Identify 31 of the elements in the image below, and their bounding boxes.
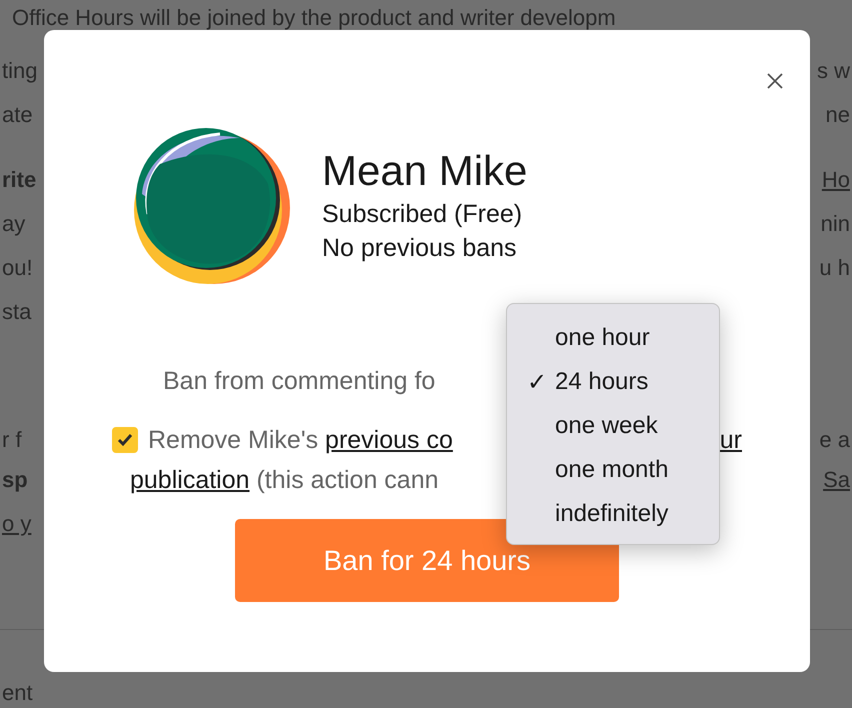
body-text: e a [819, 426, 850, 454]
body-text: ne [826, 101, 850, 129]
subscription-status: Subscribed (Free) [322, 199, 524, 230]
checkbox[interactable] [112, 427, 138, 453]
body-text: u h [819, 254, 850, 282]
menu-item[interactable]: one week [507, 404, 658, 448]
body-text: Office Hours will be joined by the product and writer developm [11, 4, 616, 32]
link-text[interactable]: ur [720, 426, 742, 454]
ban-duration-label: Ban from commenting fo [163, 366, 436, 397]
checkbox-label: Remove Mike's [148, 426, 320, 454]
body-text: ting [2, 57, 38, 85]
body-text: ou! [2, 254, 33, 282]
user-name: Mean Mike [322, 146, 528, 196]
menu-item[interactable]: one month [507, 448, 668, 492]
ban-history: No previous bans [322, 233, 518, 264]
body-text: sp [2, 466, 28, 494]
menu-item[interactable]: one hour [507, 316, 650, 360]
body-text: r f [2, 426, 22, 454]
link-text[interactable]: previous co [325, 426, 453, 454]
body-text: s w [817, 57, 850, 85]
body-text: ent [1, 680, 34, 706]
body-text: sta [2, 298, 32, 326]
check-icon: ✓ [527, 368, 547, 396]
body-text: nin [820, 210, 850, 238]
body-text: ate [2, 101, 33, 129]
body-text: ay [2, 210, 26, 238]
note-text: (this action cann [255, 466, 439, 494]
body-text: rite [2, 166, 36, 194]
menu-item[interactable]: ✓ 24 hours [507, 360, 648, 404]
link-text[interactable]: publication [130, 466, 250, 494]
check-icon [117, 433, 133, 447]
